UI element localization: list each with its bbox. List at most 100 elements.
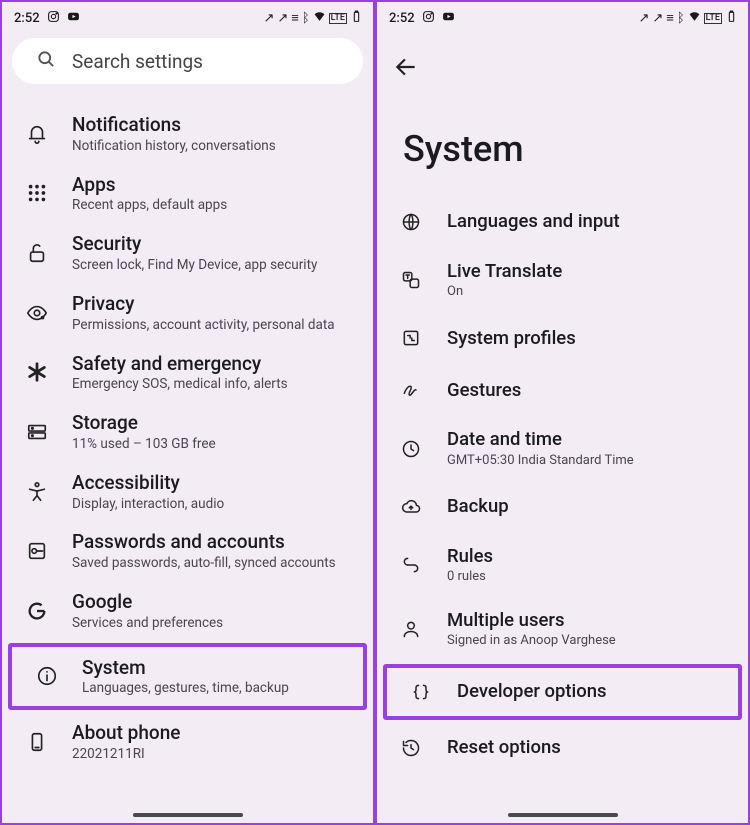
settings-list: NotificationsNotification history, conve… xyxy=(2,94,373,772)
item-title: Backup xyxy=(447,495,509,518)
item-title: Developer options xyxy=(457,680,607,703)
settings-item-passwords[interactable]: Passwords and accountsSaved passwords, a… xyxy=(2,521,373,581)
settings-screen: 2:52 ↗ ↗ ≡ ᛒ LTE Search settings xyxy=(0,0,375,825)
call-out-icon: ↗ xyxy=(638,12,649,25)
item-subtitle: Languages, gestures, time, backup xyxy=(82,680,289,697)
battery-icon xyxy=(725,10,738,26)
settings-item-privacy[interactable]: PrivacyPermissions, account activity, pe… xyxy=(2,283,373,343)
wifi-icon xyxy=(688,10,701,26)
item-title: Accessibility xyxy=(72,471,224,495)
settings-item-livetranslate[interactable]: Live TranslateOn xyxy=(377,248,748,312)
rules-icon xyxy=(399,553,423,577)
system-list: Languages and input Live TranslateOn Syste… xyxy=(377,190,748,774)
call-out-icon: ↗ xyxy=(652,12,663,25)
signal-lte-icon: LTE xyxy=(329,13,347,24)
settings-item-profiles[interactable]: System profiles xyxy=(377,312,748,364)
passwords-icon xyxy=(24,538,50,564)
globe-icon xyxy=(399,210,423,234)
signal-lte-icon: LTE xyxy=(704,13,722,24)
wifi-icon xyxy=(313,10,326,26)
settings-item-reset[interactable]: Reset options xyxy=(377,722,748,774)
item-title: Storage xyxy=(72,411,216,435)
page-title: System xyxy=(377,84,748,190)
settings-item-google[interactable]: GoogleServices and preferences xyxy=(2,581,373,641)
back-button[interactable] xyxy=(377,30,748,84)
arrow-back-icon xyxy=(393,54,419,80)
item-title: Live Translate xyxy=(447,260,562,283)
settings-item-backup[interactable]: Backup xyxy=(377,481,748,533)
settings-item-storage[interactable]: Storage11% used – 103 GB free xyxy=(2,402,373,462)
instagram-icon xyxy=(422,10,435,26)
vibrate-icon: ≡ xyxy=(291,12,299,25)
item-subtitle: Display, interaction, audio xyxy=(72,496,224,513)
item-title: Notifications xyxy=(72,113,276,137)
apps-grid-icon xyxy=(24,180,50,206)
bluetooth-icon: ᛒ xyxy=(302,12,310,25)
instagram-icon xyxy=(47,10,60,26)
settings-item-system[interactable]: SystemLanguages, gestures, time, backup xyxy=(8,643,367,711)
item-title: Security xyxy=(72,232,317,256)
item-subtitle: Signed in as Anoop Varghese xyxy=(447,633,616,649)
vibrate-icon: ≡ xyxy=(666,12,674,25)
settings-item-about[interactable]: About phone22021211RI xyxy=(2,712,373,772)
asterisk-icon xyxy=(24,359,50,385)
nav-bar[interactable] xyxy=(377,813,748,817)
history-icon xyxy=(399,736,423,760)
clock-icon xyxy=(399,437,423,461)
system-screen: 2:52 ↗ ↗ ≡ ᛒ LTE System Languages and in… xyxy=(375,0,750,825)
bell-icon xyxy=(24,121,50,147)
item-title: Reset options xyxy=(447,736,561,759)
lock-open-icon xyxy=(24,240,50,266)
item-title: Google xyxy=(72,590,223,614)
settings-item-datetime[interactable]: Date and time GMT+05:30 India Standard Ti… xyxy=(377,416,748,480)
item-title: Apps xyxy=(72,173,227,197)
google-icon xyxy=(24,598,50,624)
settings-item-langs[interactable]: Languages and input xyxy=(377,196,748,248)
clock-text: 2:52 xyxy=(389,11,415,26)
item-title: System profiles xyxy=(447,327,576,350)
bluetooth-icon: ᛒ xyxy=(677,12,685,25)
youtube-icon xyxy=(67,10,80,26)
settings-item-apps[interactable]: AppsRecent apps, default apps xyxy=(2,164,373,224)
item-title: Passwords and accounts xyxy=(72,530,336,554)
item-title: Date and time xyxy=(447,428,634,451)
settings-item-safety[interactable]: Safety and emergencyEmergency SOS, medic… xyxy=(2,343,373,403)
call-out-icon: ↗ xyxy=(263,12,274,25)
eye-lock-icon xyxy=(24,300,50,326)
item-subtitle: Notification history, conversations xyxy=(72,138,276,155)
status-bar: 2:52 ↗ ↗ ≡ ᛒ LTE xyxy=(377,2,748,30)
settings-item-security[interactable]: SecurityScreen lock, Find My Device, app… xyxy=(2,223,373,283)
settings-item-notifications[interactable]: NotificationsNotification history, conve… xyxy=(2,104,373,164)
nav-bar[interactable] xyxy=(2,813,373,817)
item-title: Multiple users xyxy=(447,609,616,632)
settings-item-accessibility[interactable]: AccessibilityDisplay, interaction, audio xyxy=(2,462,373,522)
call-out-icon: ↗ xyxy=(277,12,288,25)
braces-icon xyxy=(409,680,433,704)
item-title: Gestures xyxy=(447,379,521,402)
item-title: Languages and input xyxy=(447,210,620,233)
settings-item-devopts[interactable]: Developer options xyxy=(383,664,742,720)
info-icon xyxy=(34,663,60,689)
item-subtitle: 0 rules xyxy=(447,569,493,585)
item-title: About phone xyxy=(72,721,180,745)
item-title: Safety and emergency xyxy=(72,352,288,376)
settings-item-rules[interactable]: Rules0 rules xyxy=(377,533,748,597)
item-subtitle: 22021211RI xyxy=(72,746,180,763)
settings-item-multiusers[interactable]: Multiple usersSigned in as Anoop Varghes… xyxy=(377,597,748,661)
youtube-icon xyxy=(442,10,455,26)
cloud-up-icon xyxy=(399,495,423,519)
storage-icon xyxy=(24,419,50,445)
item-subtitle: Emergency SOS, medical info, alerts xyxy=(72,376,288,393)
item-subtitle: Screen lock, Find My Device, app securit… xyxy=(72,257,317,274)
settings-item-gestures[interactable]: Gestures xyxy=(377,364,748,416)
item-subtitle: GMT+05:30 India Standard Time xyxy=(447,453,634,469)
translate-icon xyxy=(399,268,423,292)
item-subtitle: Services and preferences xyxy=(72,615,223,632)
person-icon xyxy=(399,617,423,641)
gesture-icon xyxy=(399,378,423,402)
item-subtitle: 11% used – 103 GB free xyxy=(72,436,216,453)
status-bar: 2:52 ↗ ↗ ≡ ᛒ LTE xyxy=(2,2,373,30)
search-settings-bar[interactable]: Search settings xyxy=(12,38,363,84)
search-placeholder: Search settings xyxy=(72,50,203,73)
phone-device-icon xyxy=(24,729,50,755)
